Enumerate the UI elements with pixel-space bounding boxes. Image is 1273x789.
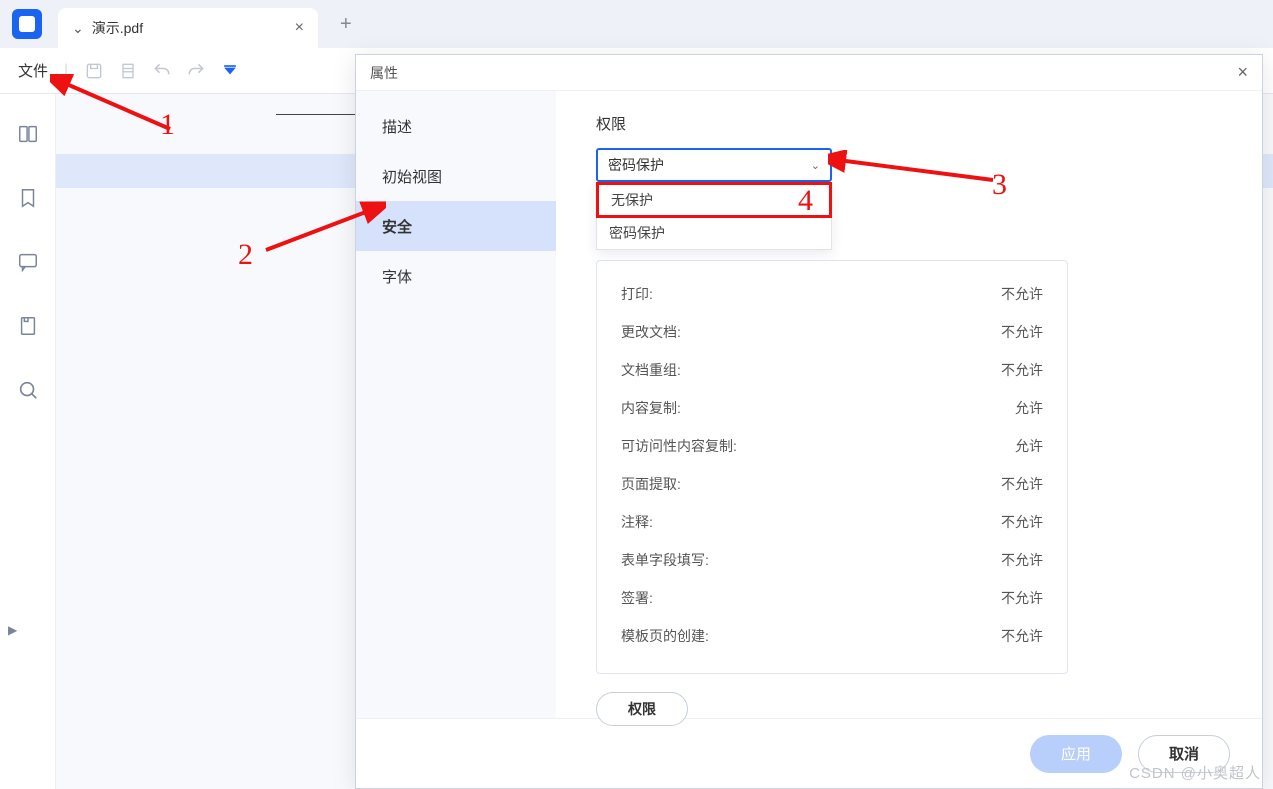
search-icon[interactable] <box>16 378 40 402</box>
option-password-protection[interactable]: 密码保护 <box>597 217 831 249</box>
save-icon[interactable] <box>84 61 104 81</box>
file-menu[interactable]: 文件 <box>18 60 48 81</box>
permission-row: 表单字段填写: 不允许 <box>621 541 1043 579</box>
apply-button[interactable]: 应用 <box>1030 735 1122 773</box>
permission-row: 内容复制: 允许 <box>621 389 1043 427</box>
permission-label: 模板页的创建: <box>621 626 709 646</box>
permission-value: 不允许 <box>1001 626 1043 646</box>
permission-value: 不允许 <box>1001 588 1043 608</box>
more-icon[interactable] <box>220 61 240 81</box>
permission-value: 不允许 <box>1001 474 1043 494</box>
permission-label: 更改文档: <box>621 322 681 342</box>
select-value: 密码保护 <box>608 155 664 175</box>
properties-dialog: 属性 × 描述 初始视图 安全 字体 权限 密码保护 ⌄ 无保护 密码保护 打印… <box>355 54 1263 789</box>
permission-row: 注释: 不允许 <box>621 503 1043 541</box>
document-tab[interactable]: ⌄ 演示.pdf × <box>58 8 318 48</box>
permissions-box: 打印:不允许更改文档:不允许文档重组:不允许内容复制:允许可访问性内容复制:允许… <box>596 260 1068 674</box>
permission-row: 签署: 不允许 <box>621 579 1043 617</box>
security-method-dropdown: 无保护 密码保护 <box>596 182 832 250</box>
permissions-button[interactable]: 权限 <box>596 692 688 726</box>
annotation-4: 4 <box>798 184 813 218</box>
permission-label: 打印: <box>621 284 653 304</box>
permission-row: 打印: 不允许 <box>621 275 1043 313</box>
dialog-title: 属性 <box>370 63 398 83</box>
permission-value: 不允许 <box>1001 550 1043 570</box>
annotation-1: 1 <box>160 108 175 142</box>
expand-rail-icon[interactable]: ▶ <box>8 623 17 637</box>
titlebar: ⌄ 演示.pdf × + <box>0 0 1273 48</box>
permission-label: 表单字段填写: <box>621 550 709 570</box>
dialog-content: 权限 密码保护 ⌄ 无保护 密码保护 打印:不允许更改文档:不允许文档重组:不允… <box>556 91 1262 718</box>
permission-value: 不允许 <box>1001 322 1043 342</box>
permission-value: 不允许 <box>1001 512 1043 532</box>
permission-label: 文档重组: <box>621 360 681 380</box>
permission-label: 页面提取: <box>621 474 681 494</box>
print-icon[interactable] <box>118 61 138 81</box>
nav-security[interactable]: 安全 <box>356 201 556 251</box>
dialog-footer: 应用 取消 <box>356 718 1262 788</box>
permission-label: 签署: <box>621 588 653 608</box>
annotation-3: 3 <box>992 168 1007 202</box>
redo-icon[interactable] <box>186 61 206 81</box>
permission-row: 模板页的创建: 不允许 <box>621 617 1043 655</box>
thumbnails-icon[interactable] <box>16 122 40 146</box>
dialog-nav: 描述 初始视图 安全 字体 <box>356 91 556 718</box>
annotation-2: 2 <box>238 238 253 272</box>
permission-label: 可访问性内容复制: <box>621 436 737 456</box>
option-no-protection[interactable]: 无保护 <box>596 182 832 218</box>
close-tab-icon[interactable]: × <box>295 19 304 37</box>
permission-row: 可访问性内容复制: 允许 <box>621 427 1043 465</box>
permission-row: 页面提取: 不允许 <box>621 465 1043 503</box>
chevron-down-icon: ⌄ <box>72 20 84 37</box>
section-title: 权限 <box>596 113 1222 134</box>
permission-value: 允许 <box>1015 436 1043 456</box>
dialog-titlebar: 属性 × <box>356 55 1262 91</box>
attachment-icon[interactable] <box>16 314 40 338</box>
watermark: CSDN @小奥超人 <box>1129 762 1261 783</box>
permission-value: 不允许 <box>1001 360 1043 380</box>
app-icon[interactable] <box>12 9 42 39</box>
chevron-down-icon: ⌄ <box>811 159 820 172</box>
nav-font[interactable]: 字体 <box>356 251 556 301</box>
permission-row: 文档重组: 不允许 <box>621 351 1043 389</box>
nav-initial-view[interactable]: 初始视图 <box>356 151 556 201</box>
new-tab-button[interactable]: + <box>340 13 352 36</box>
undo-icon[interactable] <box>152 61 172 81</box>
comment-icon[interactable] <box>16 250 40 274</box>
permission-value: 不允许 <box>1001 284 1043 304</box>
bookmark-icon[interactable] <box>16 186 40 210</box>
nav-description[interactable]: 描述 <box>356 101 556 151</box>
permission-row: 更改文档: 不允许 <box>621 313 1043 351</box>
dialog-close-icon[interactable]: × <box>1237 62 1248 83</box>
permission-label: 内容复制: <box>621 398 681 418</box>
security-method-select[interactable]: 密码保护 ⌄ <box>596 148 832 182</box>
side-rail: ▶ <box>0 94 56 789</box>
tab-title: 演示.pdf <box>92 18 287 38</box>
permission-label: 注释: <box>621 512 653 532</box>
permission-value: 允许 <box>1015 398 1043 418</box>
